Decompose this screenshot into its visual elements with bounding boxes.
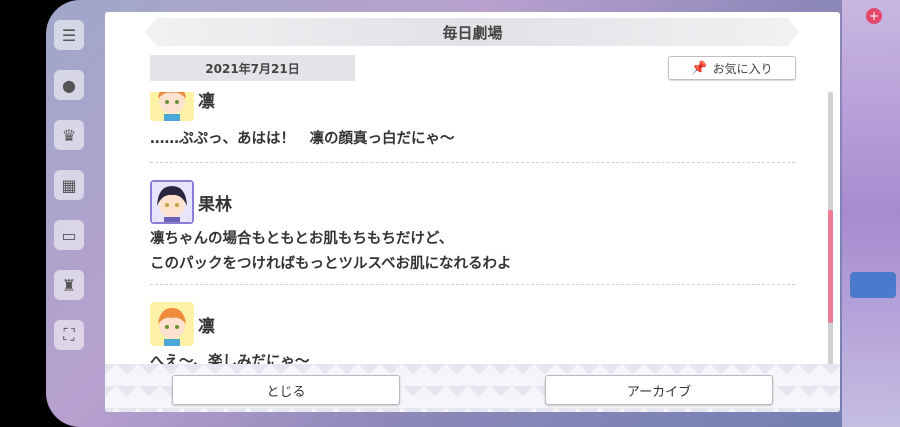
conversation-list[interactable]: 凛 ……ぷぷっ、あはは！ 凛の顔真っ白だにゃ〜 果林 凛ちゃんの場合もともとお肌… [150, 92, 795, 367]
favorite-label: お気に入り [712, 61, 773, 76]
archive-button[interactable]: アーカイブ [545, 375, 773, 405]
dialogue-line: ……ぷぷっ、あはは！ 凛の顔真っ白だにゃ〜 [150, 131, 455, 147]
side-tag[interactable] [850, 272, 896, 298]
event-icon[interactable]: ♛ [54, 120, 84, 150]
avatar-rin [150, 302, 194, 346]
close-button[interactable]: とじる [172, 375, 400, 405]
date-label: 2021年7月21日 [150, 55, 355, 81]
scrollbar[interactable] [828, 92, 833, 367]
list-item: 凛 へえ〜、楽しみだにゃ〜 [150, 302, 795, 367]
list-item: 果林 凛ちゃんの場合もともとお肌もちもちだけど、 このパックをつければもっとツル… [150, 180, 795, 277]
menu-icon[interactable]: ☰ [54, 20, 84, 50]
message-icon[interactable]: ▭ [54, 220, 84, 250]
side-menu: ☰ ● ♛ ▦ ▭ ♜ ⛶ [54, 10, 90, 370]
pin-icon: 📌 [691, 60, 708, 76]
add-icon[interactable]: + [866, 8, 882, 24]
divider [150, 162, 795, 163]
list-item: 凛 ……ぷぷっ、あはは！ 凛の顔真っ白だにゃ〜 [150, 92, 795, 152]
favorite-button[interactable]: 📌 お気に入り [668, 56, 796, 80]
dialogue-line: 凛ちゃんの場合もともとお肌もちもちだけど、 [150, 231, 454, 247]
chat-icon[interactable]: ● [54, 70, 84, 100]
dialog-title: 毎日劇場 [145, 18, 800, 46]
avatar-karin [150, 180, 194, 224]
avatar-rin [150, 92, 194, 121]
divider [150, 284, 795, 285]
right-decoration: + [842, 0, 900, 427]
gift-icon[interactable]: ▦ [54, 170, 84, 200]
expand-icon[interactable]: ⛶ [54, 320, 84, 350]
trophy-icon[interactable]: ♜ [54, 270, 84, 300]
speaker-name: 凛 [198, 316, 215, 337]
speaker-name: 果林 [198, 194, 232, 215]
speaker-name: 凛 [198, 92, 215, 112]
daily-theater-dialog: 毎日劇場 2021年7月21日 📌 お気に入り 凛 ……ぷぷっ、あはは！ 凛の顔… [105, 12, 840, 412]
dialogue-line: このパックをつければもっとツルスベお肌になれるわよ [150, 256, 512, 272]
scroll-thumb[interactable] [828, 210, 833, 323]
